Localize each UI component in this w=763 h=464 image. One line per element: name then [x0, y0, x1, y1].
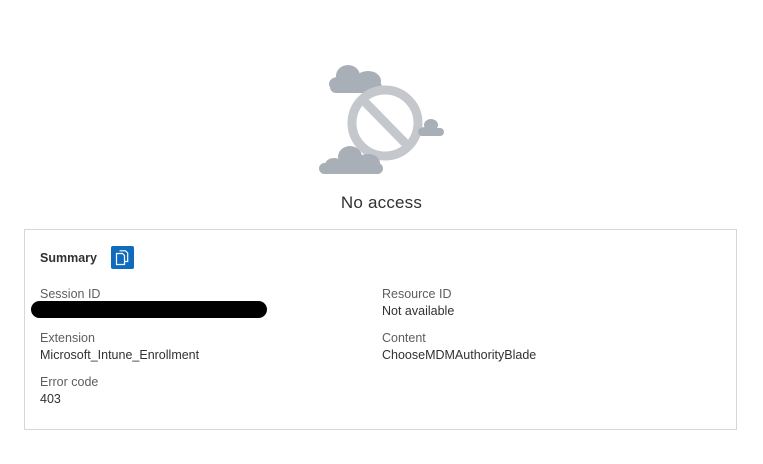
page-title: No access: [340, 193, 423, 212]
copy-button[interactable]: [110, 246, 134, 269]
extension-label: Extension: [40, 331, 95, 345]
resource-id-label: Resource ID: [382, 287, 452, 301]
summary-header: Summary: [40, 246, 134, 269]
content-label: Content: [382, 331, 426, 345]
error-code-value: 403: [40, 392, 61, 406]
summary-title: Summary: [40, 250, 97, 265]
session-id-redacted-value: [31, 301, 267, 318]
resource-id-field: Resource ID Not available: [382, 286, 454, 320]
summary-panel: Summary Session ID Resource ID Not avail…: [24, 229, 737, 430]
content-field: Content ChooseMDMAuthorityBlade: [382, 330, 536, 364]
error-code-label: Error code: [40, 375, 99, 389]
resource-id-value: Not available: [382, 304, 455, 318]
error-code-field: Error code 403: [40, 374, 98, 408]
no-access-icon: [319, 65, 444, 174]
content-value: ChooseMDMAuthorityBlade: [382, 348, 537, 362]
copy-icon: [116, 249, 129, 265]
extension-value: Microsoft_Intune_Enrollment: [40, 348, 200, 362]
extension-field: Extension Microsoft_Intune_Enrollment: [40, 330, 199, 364]
prohibition-sign: [347, 85, 423, 161]
no-access-page: No access Summary Session ID Resource ID…: [0, 0, 763, 464]
